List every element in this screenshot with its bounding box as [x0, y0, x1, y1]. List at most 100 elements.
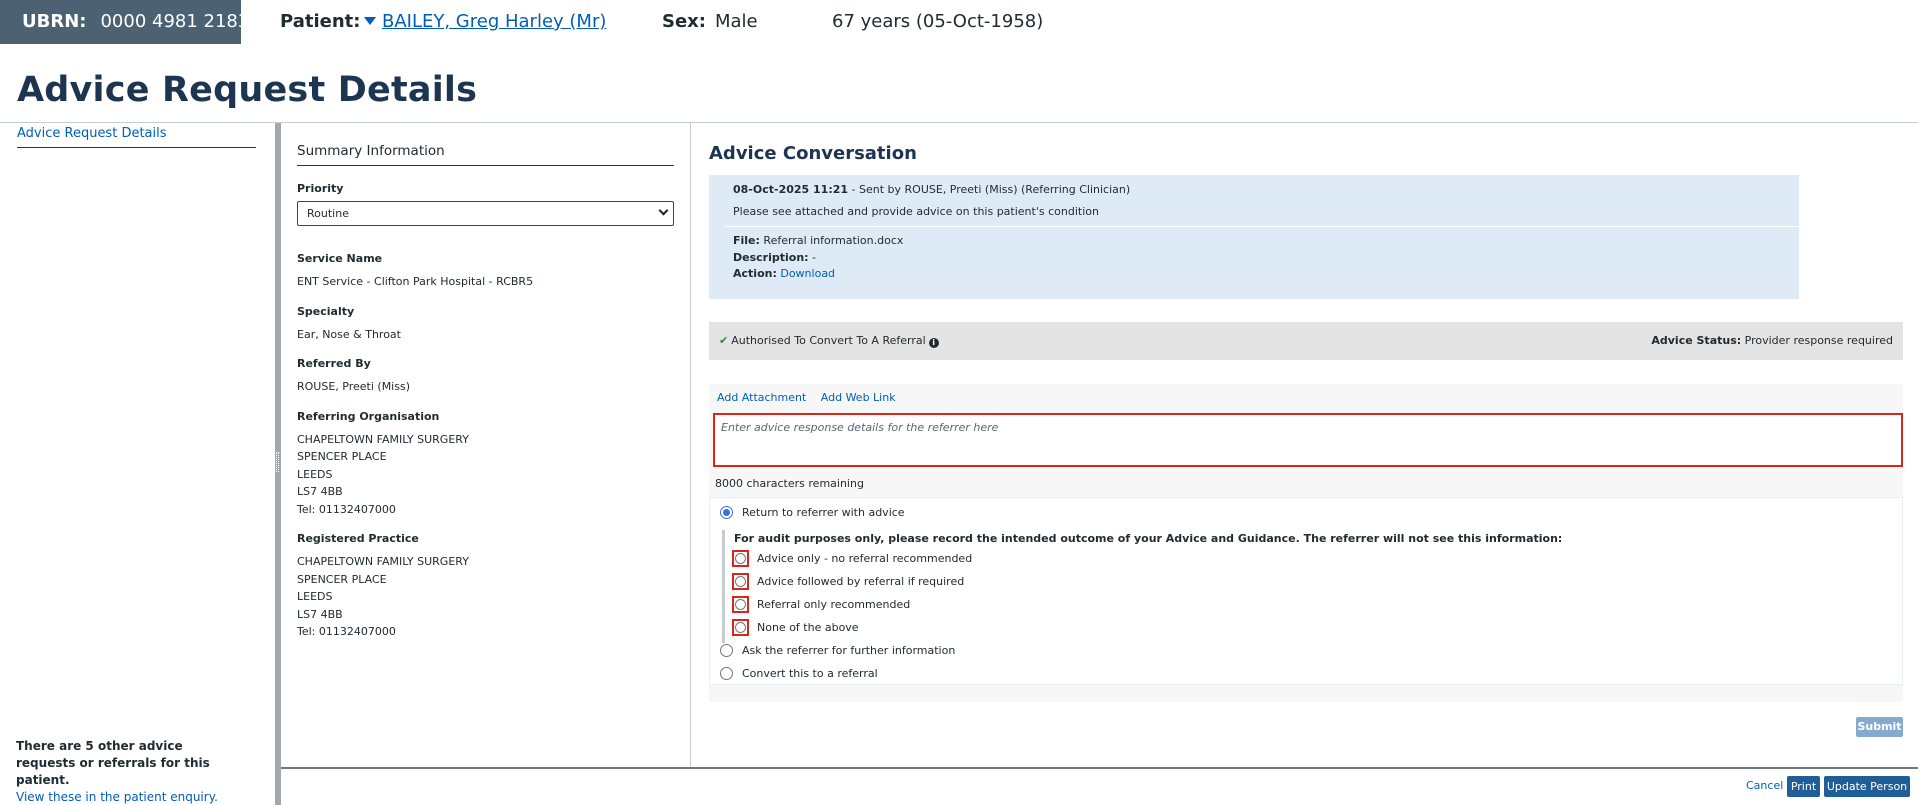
- radio-error-frame: [732, 596, 749, 613]
- conversation-title: Advice Conversation: [709, 143, 917, 164]
- message-sender: - Sent by ROUSE, Preeti (Miss) (Referrin…: [848, 183, 1131, 196]
- patient-name-link[interactable]: BAILEY, Greg Harley (Mr): [382, 11, 606, 32]
- patient-age: 67 years (05-Oct-1958): [832, 11, 1044, 32]
- message-divider: [725, 226, 1799, 227]
- update-person-button[interactable]: Update Person: [1824, 776, 1910, 797]
- description-value: -: [812, 251, 817, 264]
- message-header: 08-Oct-2025 11:21 - Sent by ROUSE, Preet…: [733, 183, 1130, 196]
- message-text: Please see attached and provide advice o…: [733, 205, 1099, 218]
- ubrn-value: 0000 4981 2183: [100, 11, 250, 32]
- referring-org-address: CHAPELTOWN FAMILY SURGERY SPENCER PLACE …: [297, 431, 674, 519]
- radio-error-frame: [732, 550, 749, 567]
- response-area: Add Attachment Add Web Link Enter advice…: [709, 384, 1903, 702]
- response-options: Return to referrer with advice For audit…: [709, 497, 1903, 685]
- option-label: None of the above: [757, 621, 859, 634]
- audit-title: For audit purposes only, please record t…: [734, 532, 1563, 545]
- radio-selected-icon[interactable]: [720, 506, 733, 519]
- action-row: Action: Download: [733, 267, 835, 280]
- chevron-down-icon: [658, 205, 669, 216]
- patient-label: Patient:: [280, 11, 361, 32]
- radio-unselected-icon[interactable]: [720, 667, 733, 680]
- radio-unselected-icon[interactable]: [735, 553, 746, 564]
- radio-unselected-icon[interactable]: [735, 576, 746, 587]
- add-web-link-link[interactable]: Add Web Link: [821, 391, 896, 404]
- ubrn-label: UBRN:: [22, 11, 87, 32]
- add-attachment-link[interactable]: Add Attachment: [717, 391, 806, 404]
- print-button[interactable]: Print: [1787, 776, 1820, 797]
- audit-option-advice-only[interactable]: Advice only - no referral recommended: [732, 550, 972, 567]
- radio-unselected-icon[interactable]: [735, 599, 746, 610]
- option-label: Referral only recommended: [757, 598, 911, 611]
- advice-status: Advice Status: Provider response require…: [1651, 334, 1893, 347]
- address-line: LS7 4BB: [297, 607, 343, 621]
- priority-label: Priority: [297, 182, 344, 195]
- referred-by-label: Referred By: [297, 357, 371, 370]
- registered-practice-label: Registered Practice: [297, 532, 419, 545]
- option-return-to-referrer[interactable]: Return to referrer with advice: [720, 506, 905, 519]
- radio-error-frame: [732, 573, 749, 590]
- caret-down-icon[interactable]: [364, 17, 376, 25]
- sex-value: Male: [715, 11, 758, 32]
- summary-panel: Summary Information Priority Routine Ser…: [297, 143, 674, 641]
- address-line: Tel: 01132407000: [297, 502, 396, 516]
- splitter-grip-icon[interactable]: [276, 452, 279, 472]
- action-label: Action:: [733, 267, 777, 280]
- audit-option-advice-then-referral[interactable]: Advice followed by referral if required: [732, 573, 964, 590]
- other-requests-text: There are 5 other advice requests or ref…: [16, 739, 210, 787]
- message-datetime: 08-Oct-2025 11:21: [733, 183, 849, 196]
- advice-status-value: Provider response required: [1744, 334, 1893, 347]
- cancel-link[interactable]: Cancel: [1746, 779, 1783, 792]
- option-label: Ask the referrer for further information: [742, 644, 956, 657]
- description-label: Description:: [733, 251, 809, 264]
- address-line: LS7 4BB: [297, 485, 343, 498]
- other-requests-note: There are 5 other advice requests or ref…: [16, 738, 246, 805]
- file-label: File:: [733, 234, 760, 247]
- leftnav-advice-request-details[interactable]: Advice Request Details: [17, 126, 167, 141]
- advice-response-textarea[interactable]: Enter advice response details for the re…: [713, 413, 1903, 467]
- audit-group-rule: [722, 530, 725, 643]
- priority-value: Routine: [307, 207, 349, 220]
- authorised-text: Authorised To Convert To A Referral: [731, 334, 926, 347]
- title-divider: [0, 122, 1918, 123]
- referred-by-value: ROUSE, Preeti (Miss): [297, 380, 410, 393]
- address-line: Tel: 01132407000: [297, 625, 396, 638]
- response-toolbar: Add Attachment Add Web Link: [717, 391, 907, 404]
- patient-banner: UBRN: 0000 4981 2183 Patient: BAILEY, Gre…: [0, 0, 1918, 44]
- option-label: Return to referrer with advice: [742, 506, 905, 519]
- radio-error-frame: [732, 619, 749, 636]
- panel-divider: [690, 123, 691, 768]
- audit-option-none[interactable]: None of the above: [732, 619, 859, 636]
- referring-org-label: Referring Organisation: [297, 409, 440, 423]
- download-link[interactable]: Download: [780, 267, 835, 280]
- patient-enquiry-link[interactable]: View these in the patient enquiry.: [16, 790, 218, 804]
- service-name-value: ENT Service - Clifton Park Hospital - RC…: [297, 275, 534, 288]
- submit-button[interactable]: Submit: [1856, 717, 1903, 737]
- advice-status-label: Advice Status:: [1651, 334, 1742, 347]
- file-row: File: Referral information.docx: [733, 234, 903, 247]
- option-label: Convert this to a referral: [742, 667, 878, 680]
- audit-option-referral-only[interactable]: Referral only recommended: [732, 596, 910, 613]
- specialty-label: Specialty: [297, 304, 355, 318]
- radio-unselected-icon[interactable]: [735, 622, 746, 633]
- service-name-label: Service Name: [297, 252, 383, 265]
- characters-remaining: 8000 characters remaining: [715, 477, 864, 490]
- leftnav-divider: [17, 147, 256, 148]
- ubrn-box: UBRN: 0000 4981 2183: [0, 0, 249, 44]
- option-ask-referrer[interactable]: Ask the referrer for further information: [720, 644, 955, 657]
- priority-select[interactable]: Routine: [297, 201, 674, 226]
- option-convert-to-referral[interactable]: Convert this to a referral: [720, 667, 878, 680]
- info-icon[interactable]: i: [928, 338, 939, 348]
- advice-conversation: Advice Conversation: [709, 143, 1903, 164]
- address-line: CHAPELTOWN FAMILY SURGERY: [297, 555, 469, 568]
- radio-unselected-icon[interactable]: [720, 644, 733, 657]
- address-line: CHAPELTOWN FAMILY SURGERY: [297, 432, 469, 446]
- summary-title: Summary Information: [297, 143, 674, 166]
- authorisation-bar: ✔ Authorised To Convert To A Referral i Ad…: [709, 322, 1903, 360]
- address-line: SPENCER PLACE: [297, 572, 387, 586]
- conversation-message: 08-Oct-2025 11:21 - Sent by ROUSE, Preet…: [709, 175, 1799, 299]
- address-line: SPENCER PLACE: [297, 450, 387, 463]
- specialty-value: Ear, Nose & Throat: [297, 327, 401, 341]
- file-value: Referral information.docx: [763, 234, 904, 247]
- description-row: Description: -: [733, 251, 816, 264]
- option-label: Advice followed by referral if required: [757, 575, 965, 588]
